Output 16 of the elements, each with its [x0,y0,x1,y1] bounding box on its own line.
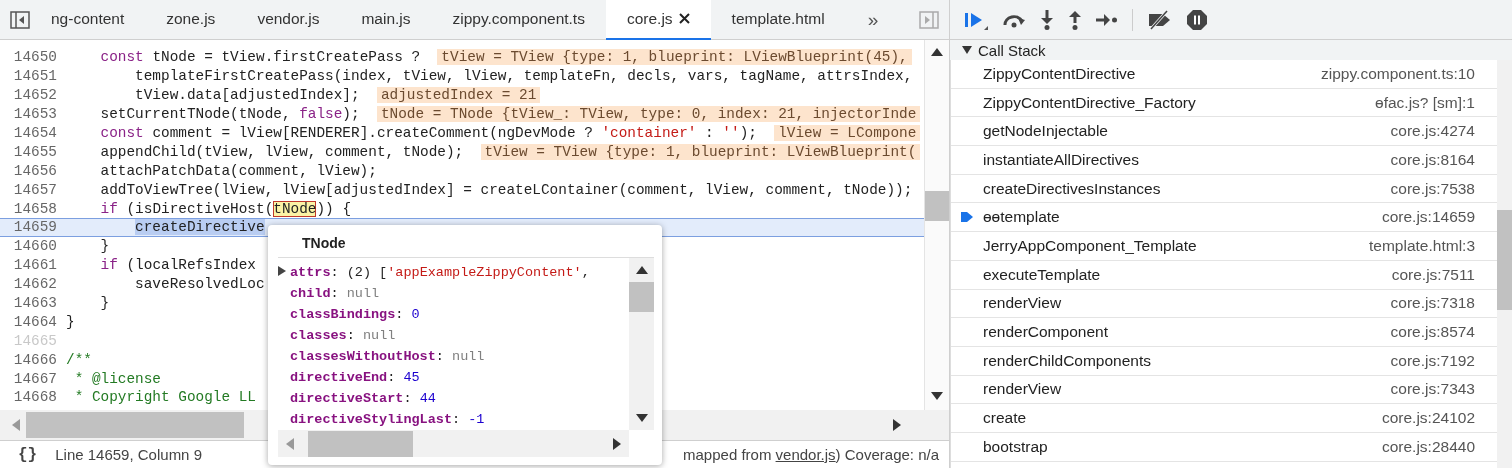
code-line: templateFirstCreatePass(index, tView, lView, templateFn, decls, vars, tagName, attrsIndex, [134,68,913,85]
code-line: saveResolvedLoc [134,276,265,293]
source-map-info: mapped from vendor.js) Coverage: n/a [683,446,939,463]
code-line: const comment = lView[RENDERER].createComment(ngDevMode ? 'container' : ''); lView = LCompone [66,125,921,141]
code-line: addToViewTree(lView, lView[adjustedIndex] = createLContainer(comment, lView, comment, tNode)); [99,181,913,198]
code-line: attachPatchData(comment, lView); [99,162,377,179]
popover-title: TNode [278,231,654,258]
code-line: tView.data[adjustedIndex]; adjustedIndex = 21 [66,87,541,104]
code-line: * Copyright Google LL [73,389,256,406]
code-line: } [99,295,110,311]
cursor-position: Line 14659, Column 9 [55,446,202,463]
code-line: /** [66,351,92,368]
code-line: if (localRefsIndex [99,257,256,274]
code-line: } [99,238,110,255]
code-line: * @license [73,370,161,387]
code-line: } [66,313,75,330]
